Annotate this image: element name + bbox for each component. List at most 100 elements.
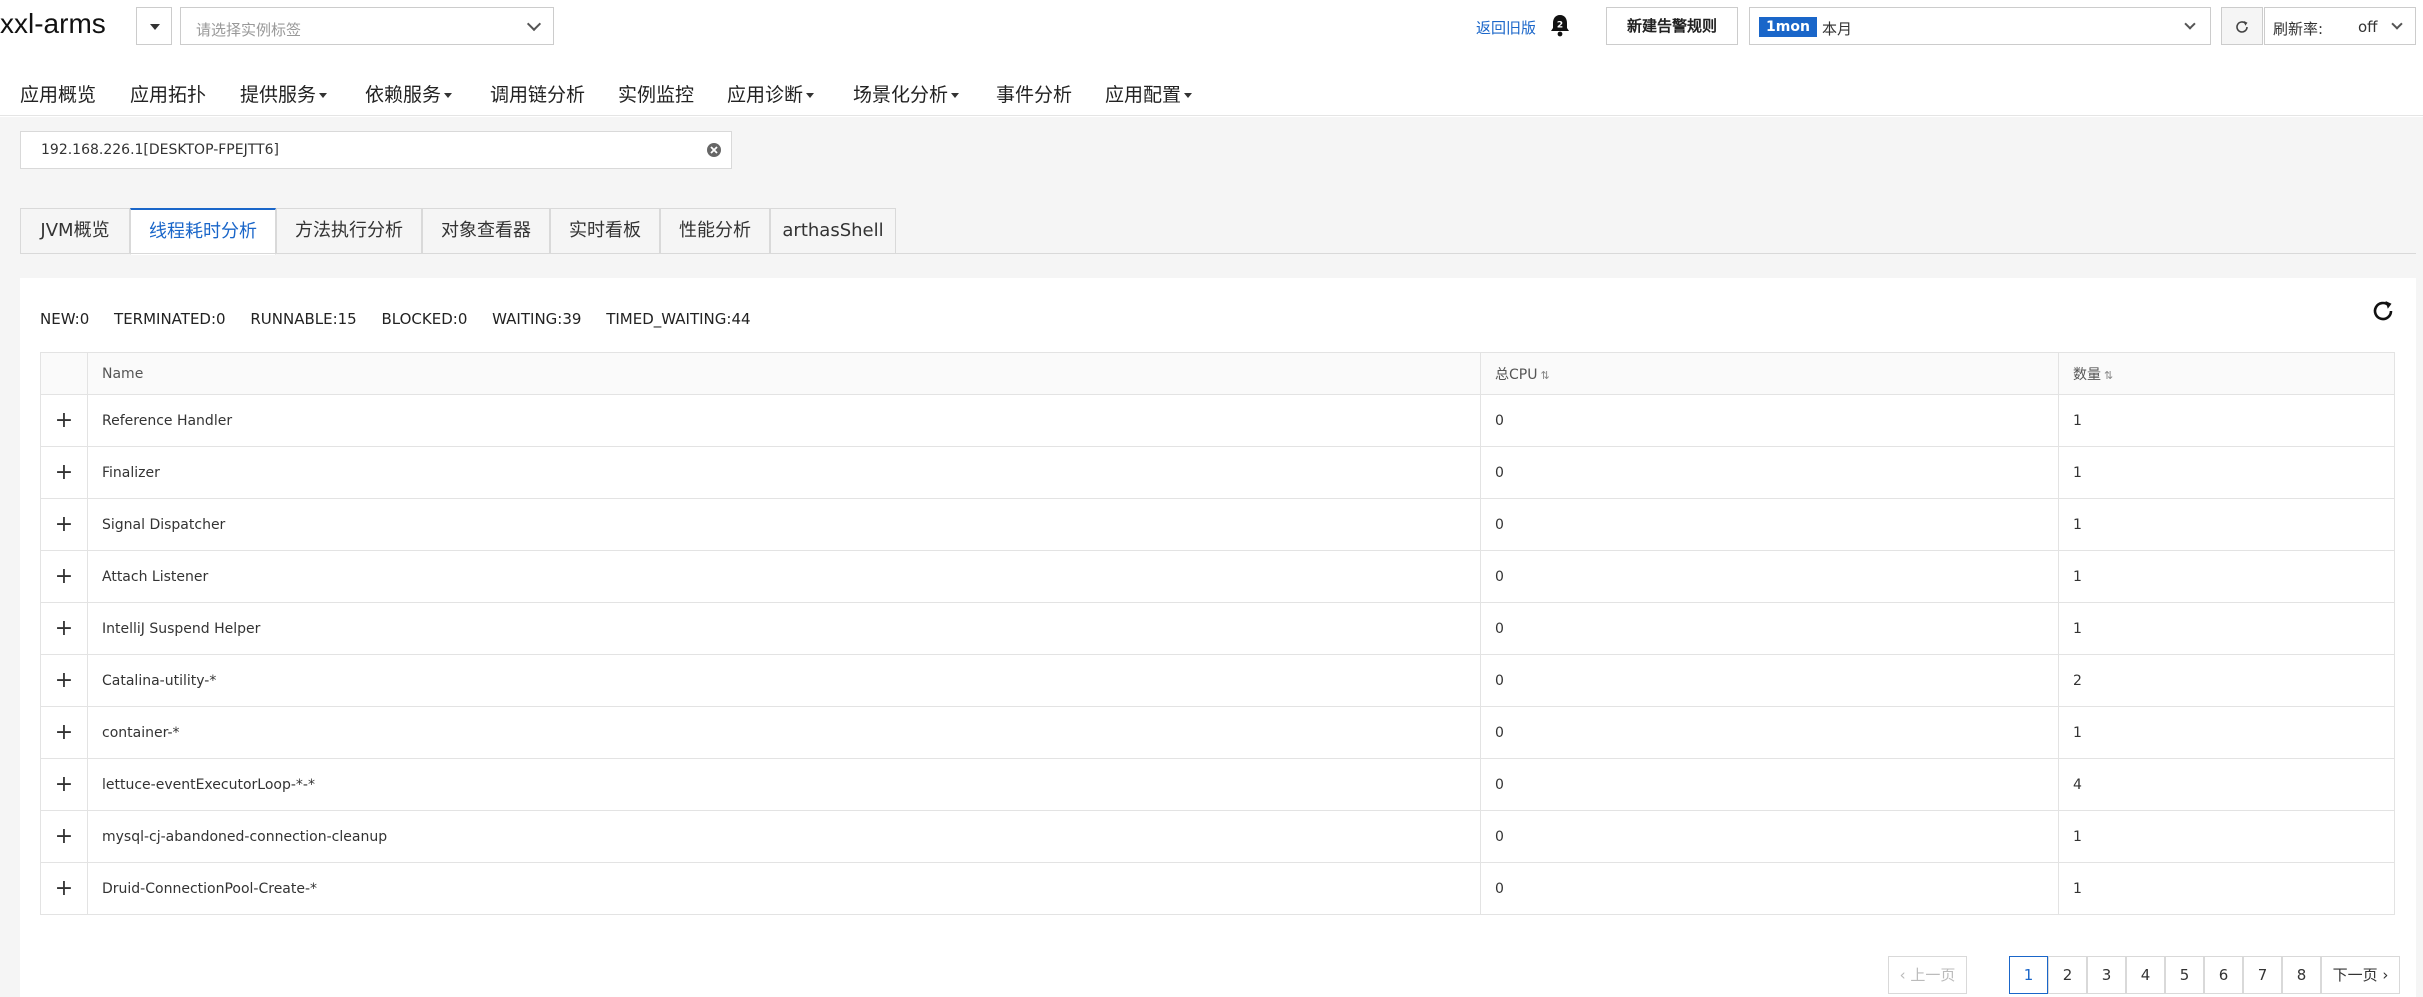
tab-jvm-overview[interactable]: JVM概览 bbox=[20, 208, 130, 254]
thread-name: Druid-ConnectionPool-Create-* bbox=[87, 862, 1481, 915]
page-button-8[interactable]: 8 bbox=[2282, 956, 2321, 994]
table-row: + Signal Dispatcher 0 1 bbox=[40, 498, 2395, 551]
page-button-2[interactable]: 2 bbox=[2048, 956, 2087, 994]
expand-row-button[interactable]: + bbox=[40, 706, 88, 759]
page-button-5[interactable]: 5 bbox=[2165, 956, 2204, 994]
thread-cpu: 0 bbox=[1480, 498, 2059, 551]
thread-cpu: 0 bbox=[1480, 394, 2059, 447]
thread-name: Finalizer bbox=[87, 446, 1481, 499]
app-title: xxl-arms bbox=[0, 8, 106, 39]
refresh-button[interactable] bbox=[2221, 7, 2263, 45]
thread-count: 1 bbox=[2058, 810, 2395, 863]
tab-object-viewer[interactable]: 对象查看器 bbox=[422, 208, 550, 254]
thread-count: 1 bbox=[2058, 550, 2395, 603]
thread-table: Name 总CPU ⇅ 数量 ⇅ + Reference Handler 0 1 + Fin… bbox=[40, 352, 2395, 915]
nav-item-app-overview[interactable]: 应用概览 bbox=[20, 80, 96, 107]
back-to-old-version-link[interactable]: 返回旧版 bbox=[1476, 17, 1536, 38]
sort-icon[interactable]: ⇅ bbox=[1540, 369, 1549, 382]
expand-row-button[interactable]: + bbox=[40, 862, 88, 915]
stat-new: NEW:0 bbox=[40, 310, 90, 328]
expand-row-button[interactable]: + bbox=[40, 758, 88, 811]
thread-cpu: 0 bbox=[1480, 758, 2059, 811]
tag-dropdown-toggle[interactable] bbox=[136, 7, 172, 45]
nav-item-provided-services[interactable]: 提供服务 bbox=[240, 80, 328, 107]
column-header-cpu[interactable]: 总CPU ⇅ bbox=[1480, 352, 2059, 395]
nav-item-event-analysis[interactable]: 事件分析 bbox=[996, 80, 1072, 107]
table-header-row: Name 总CPU ⇅ 数量 ⇅ bbox=[40, 352, 2395, 395]
table-row: + Finalizer 0 1 bbox=[40, 446, 2395, 499]
page-button-4[interactable]: 4 bbox=[2126, 956, 2165, 994]
stat-terminated: TERMINATED:0 bbox=[114, 310, 226, 328]
next-page-button[interactable]: 下一页 › bbox=[2321, 956, 2400, 994]
expand-row-button[interactable]: + bbox=[40, 446, 88, 499]
table-row: + Attach Listener 0 1 bbox=[40, 550, 2395, 603]
plus-icon: + bbox=[54, 772, 74, 797]
nav-item-app-diagnosis[interactable]: 应用诊断 bbox=[727, 80, 815, 107]
instance-tag-select[interactable]: 请选择实例标签 bbox=[180, 7, 554, 45]
table-row: + lettuce-eventExecutorLoop-*-* 0 4 bbox=[40, 758, 2395, 811]
thread-count: 1 bbox=[2058, 498, 2395, 551]
tab-method-execution-analysis[interactable]: 方法执行分析 bbox=[276, 208, 422, 254]
chevron-right-icon: › bbox=[2377, 966, 2389, 984]
instance-value: 192.168.226.1[DESKTOP-FPEJTT6] bbox=[41, 142, 279, 158]
table-row: + IntelliJ Suspend Helper 0 1 bbox=[40, 602, 2395, 655]
clear-icon[interactable] bbox=[706, 142, 722, 158]
column-header-count[interactable]: 数量 ⇅ bbox=[2058, 352, 2395, 395]
tab-thread-time-analysis[interactable]: 线程耗时分析 bbox=[130, 208, 276, 255]
table-row: + container-* 0 1 bbox=[40, 706, 2395, 759]
thread-cpu: 0 bbox=[1480, 706, 2059, 759]
nav-item-dependent-services[interactable]: 依赖服务 bbox=[365, 80, 453, 107]
thread-cpu: 0 bbox=[1480, 654, 2059, 707]
expand-row-button[interactable]: + bbox=[40, 498, 88, 551]
refresh-icon[interactable] bbox=[2370, 298, 2396, 324]
sort-icon[interactable]: ⇅ bbox=[2104, 369, 2113, 382]
thread-count: 1 bbox=[2058, 706, 2395, 759]
thread-name: IntelliJ Suspend Helper bbox=[87, 602, 1481, 655]
refresh-rate-select[interactable]: 刷新率: off bbox=[2264, 7, 2416, 45]
time-range-badge: 1mon bbox=[1759, 17, 1817, 37]
tab-realtime-board[interactable]: 实时看板 bbox=[550, 208, 660, 254]
tab-arthas-shell[interactable]: arthasShell bbox=[770, 208, 896, 254]
time-range-select[interactable]: 1mon 本月 bbox=[1749, 7, 2211, 45]
nav-item-instance-monitor[interactable]: 实例监控 bbox=[618, 80, 694, 107]
table-row: + Catalina-utility-* 0 2 bbox=[40, 654, 2395, 707]
time-range-label: 本月 bbox=[1822, 20, 1853, 38]
nav-item-scenario-analysis[interactable]: 场景化分析 bbox=[853, 80, 960, 107]
page-button-1[interactable]: 1 bbox=[2009, 956, 2048, 994]
thread-cpu: 0 bbox=[1480, 550, 2059, 603]
thread-name: mysql-cj-abandoned-connection-cleanup bbox=[87, 810, 1481, 863]
nav-item-app-config[interactable]: 应用配置 bbox=[1105, 80, 1193, 107]
expand-row-button[interactable]: + bbox=[40, 654, 88, 707]
plus-icon: + bbox=[54, 408, 74, 433]
refresh-rate-value: off bbox=[2358, 18, 2378, 36]
page-button-6[interactable]: 6 bbox=[2204, 956, 2243, 994]
chevron-down-icon bbox=[526, 16, 542, 32]
thread-name: container-* bbox=[87, 706, 1481, 759]
nav-item-app-topology[interactable]: 应用拓扑 bbox=[130, 80, 206, 107]
table-row: + Reference Handler 0 1 bbox=[40, 394, 2395, 447]
expand-column-header bbox=[40, 352, 88, 395]
tab-performance-analysis[interactable]: 性能分析 bbox=[660, 208, 770, 254]
plus-icon: + bbox=[54, 824, 74, 849]
expand-row-button[interactable]: + bbox=[40, 810, 88, 863]
refresh-rate-label: 刷新率: bbox=[2273, 20, 2324, 38]
instance-tag-placeholder: 请选择实例标签 bbox=[196, 21, 302, 39]
chevron-down-icon bbox=[2184, 18, 2196, 30]
page-button-3[interactable]: 3 bbox=[2087, 956, 2126, 994]
thread-name: Catalina-utility-* bbox=[87, 654, 1481, 707]
nav-item-trace-analysis[interactable]: 调用链分析 bbox=[490, 80, 585, 107]
instance-select[interactable]: 192.168.226.1[DESKTOP-FPEJTT6] bbox=[20, 131, 732, 169]
page-button-7[interactable]: 7 bbox=[2243, 956, 2282, 994]
expand-row-button[interactable]: + bbox=[40, 602, 88, 655]
prev-page-button[interactable]: ‹ 上一页 bbox=[1888, 956, 1967, 994]
bell-icon[interactable]: 2 bbox=[1549, 13, 1571, 37]
thread-count: 1 bbox=[2058, 446, 2395, 499]
expand-row-button[interactable]: + bbox=[40, 394, 88, 447]
thread-cpu: 0 bbox=[1480, 810, 2059, 863]
caret-down-icon bbox=[1184, 93, 1193, 98]
expand-row-button[interactable]: + bbox=[40, 550, 88, 603]
plus-icon: + bbox=[54, 876, 74, 901]
main-nav: 应用概览 应用拓扑 提供服务 依赖服务 调用链分析 实例监控 应用诊断 场景化分… bbox=[0, 72, 2423, 116]
caret-down-icon bbox=[444, 93, 453, 98]
new-alert-rule-button[interactable]: 新建告警规则 bbox=[1606, 7, 1738, 45]
